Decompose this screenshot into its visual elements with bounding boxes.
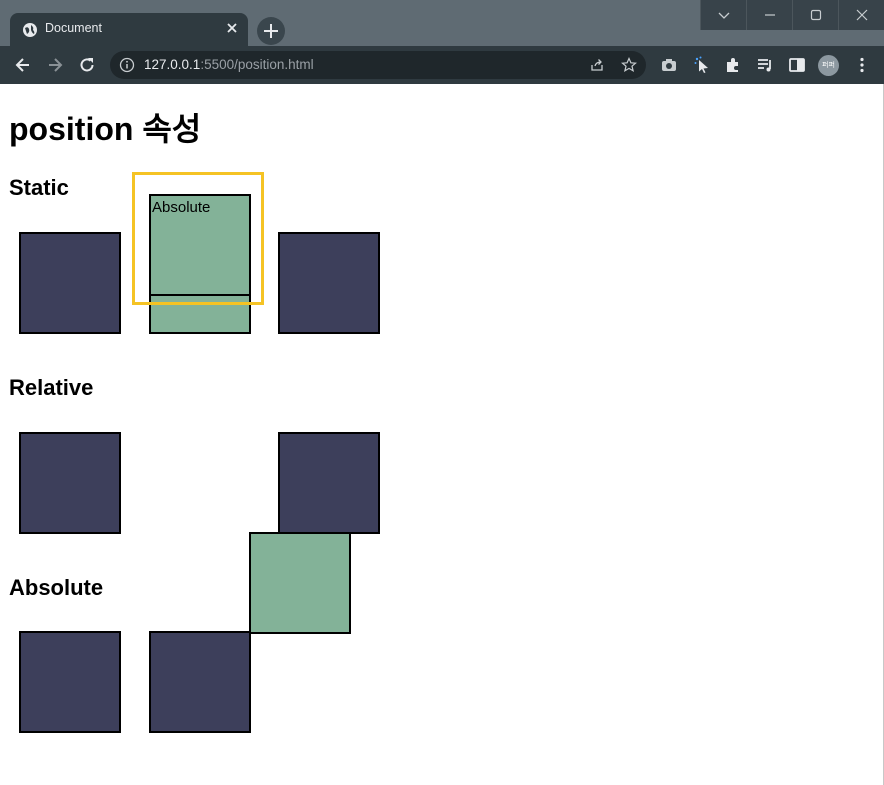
media-list-icon[interactable] [756,56,774,74]
relative-box-shifted [249,532,351,634]
browser-toolbar: 127.0.0.1:5500/position.html 퍼퍼 [0,46,884,84]
kebab-menu-icon[interactable] [853,56,871,74]
window-controls [700,0,884,30]
relative-box-3 [278,432,380,534]
section-heading-relative: Relative [9,375,94,400]
tab-title: Document [45,21,102,35]
close-icon[interactable] [224,20,240,36]
absolute-box-1 [19,631,121,733]
camera-icon[interactable] [660,56,678,74]
minimize-icon [764,14,775,16]
close-window-button[interactable] [838,0,884,30]
maximize-icon [810,9,821,21]
section-heading-static: Static [9,175,69,200]
reload-icon[interactable] [77,55,97,75]
url-host: 127.0.0.1 [144,57,201,72]
side-panel-icon[interactable] [788,56,806,74]
minimize-button[interactable] [746,0,792,30]
info-icon[interactable] [119,57,135,73]
arrow-right-icon[interactable] [45,55,65,75]
highlight-outline [132,172,264,305]
cursor-icon[interactable] [693,56,711,74]
new-tab-button[interactable] [257,17,285,45]
arrow-left-icon[interactable] [13,55,33,75]
tab-search-button[interactable] [700,0,746,30]
star-icon[interactable] [621,57,637,73]
profile-avatar[interactable]: 퍼퍼 [818,55,839,76]
chevron-down-icon [718,12,729,19]
close-icon [856,9,867,21]
share-icon[interactable] [589,57,605,73]
tab-document[interactable]: Document [10,13,248,46]
section-heading-absolute: Absolute [9,575,104,600]
page-title: position 속성 [9,111,202,147]
absolute-box-2 [149,631,251,733]
address-bar[interactable]: 127.0.0.1:5500/position.html [110,51,646,79]
static-box-1 [19,232,121,334]
url-text[interactable]: 127.0.0.1:5500/position.html [144,57,314,72]
puzzle-icon[interactable] [724,56,742,74]
page-viewport: position 속성 Static Absolute Relative Abs… [0,84,884,785]
plus-icon [264,24,278,38]
tab-strip: Document [0,0,884,46]
static-box-3 [278,232,380,334]
maximize-button[interactable] [792,0,838,30]
globe-icon [23,23,37,37]
relative-box-1 [19,432,121,534]
url-path: :5500/position.html [200,57,314,72]
